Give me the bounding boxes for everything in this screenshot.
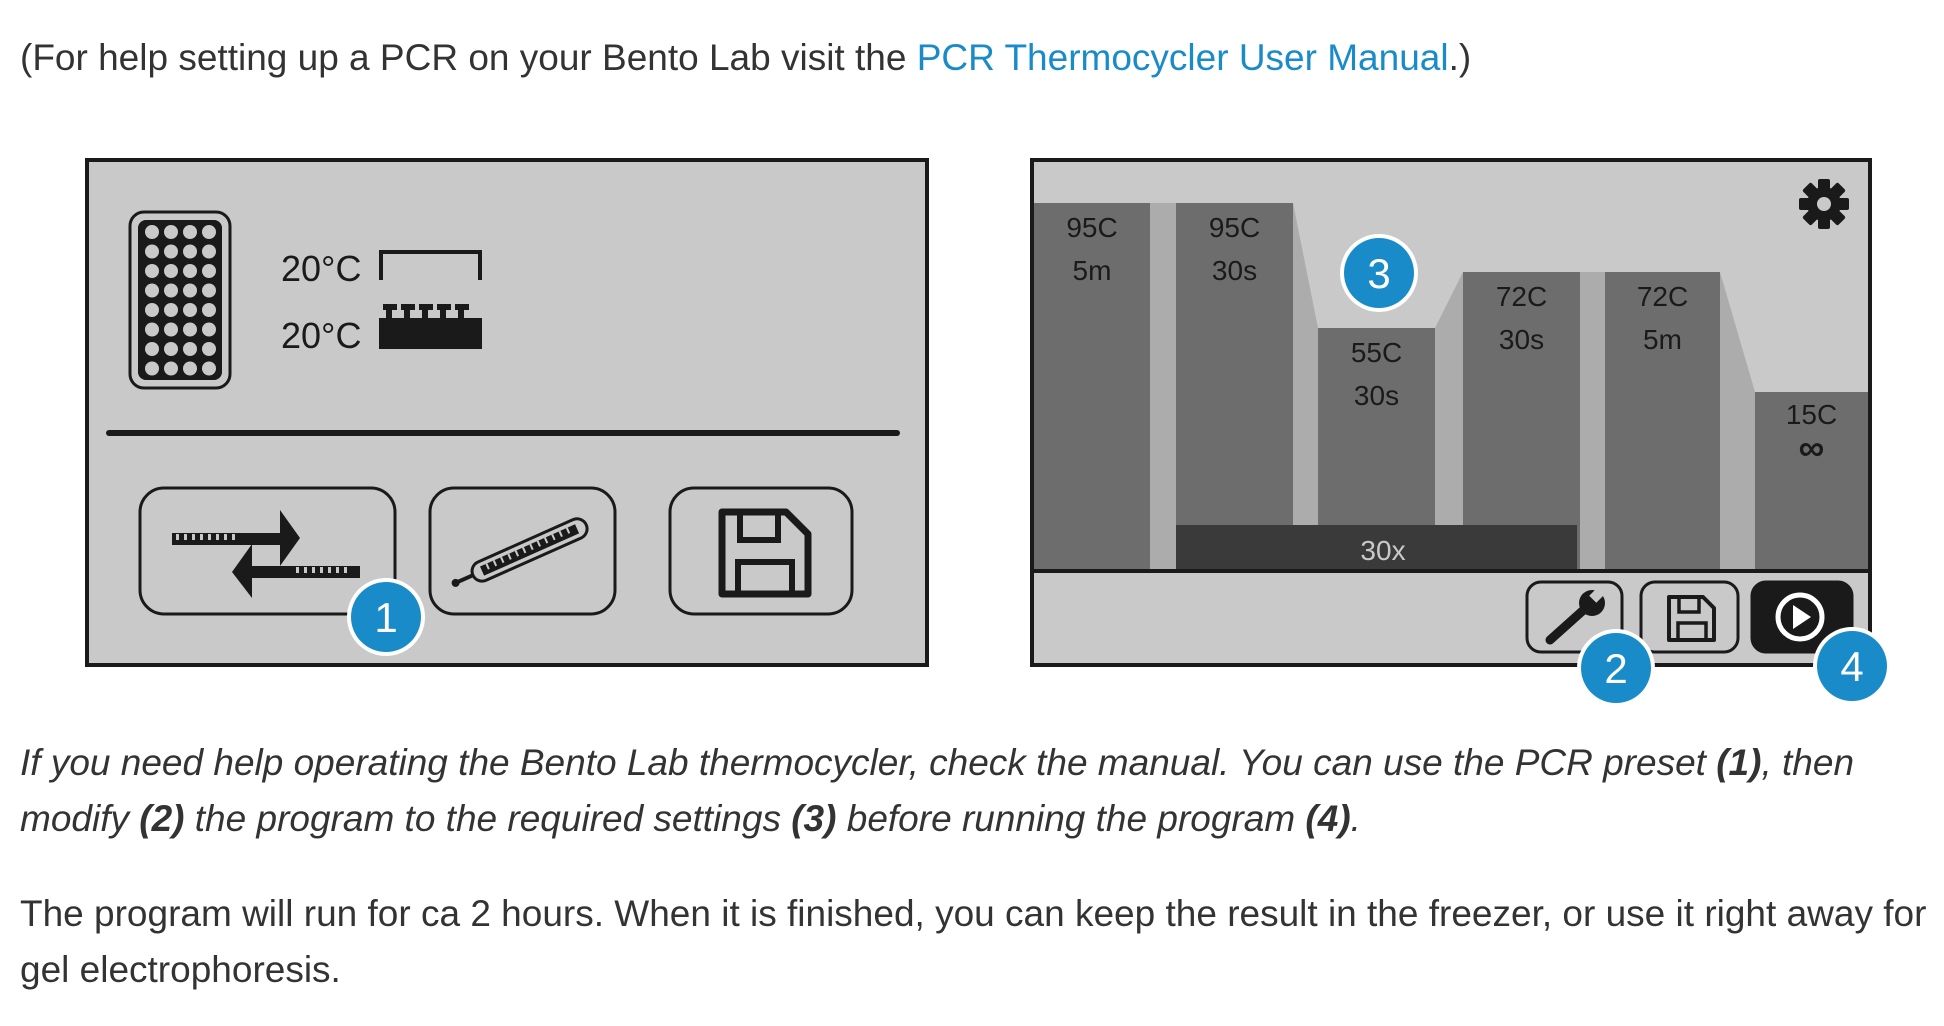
baseline <box>1034 569 1868 573</box>
step-duration: 30s <box>1354 380 1399 411</box>
lid-temperature: 20°C <box>281 248 361 289</box>
well-plate-icon <box>128 210 232 390</box>
step-temperature: 55C <box>1351 337 1402 368</box>
svg-text:1: 1 <box>374 594 397 641</box>
callout-4: 4 <box>1813 627 1891 705</box>
save-preset-button[interactable] <box>668 486 854 616</box>
cycle-count: 30x <box>1360 535 1405 566</box>
callout-1: 1 <box>347 578 425 656</box>
step-duration: ∞ <box>1799 427 1825 468</box>
profile-step-bar[interactable] <box>1463 272 1580 569</box>
step-duration: 30s <box>1499 324 1544 355</box>
svg-text:3: 3 <box>1367 250 1390 297</box>
pipette-button[interactable] <box>428 486 617 616</box>
save-program-button[interactable] <box>1639 580 1740 654</box>
step-temperature: 72C <box>1496 281 1547 312</box>
home-screen: 20°C 20°C 1 <box>85 158 929 667</box>
caption: If you need help operating the Bento Lab… <box>20 742 1855 839</box>
step-temperature: 72C <box>1637 281 1688 312</box>
step-temperature: 15C <box>1786 399 1837 430</box>
step-temperature: 95C <box>1066 212 1117 243</box>
callout-3: 3 <box>1340 234 1418 312</box>
step-duration: 5m <box>1643 324 1682 355</box>
program-screen: 95C 5m 95C 30s 55C 30s 72C 30s 72C 5m 15C∞ 30x 2 3… <box>1030 158 1891 707</box>
cycle-band: 30x <box>1176 525 1577 569</box>
step-temperature: 95C <box>1209 212 1260 243</box>
profile-step-bar[interactable] <box>1605 272 1720 569</box>
gear-icon[interactable] <box>1799 179 1849 229</box>
callout-2: 2 <box>1577 629 1655 707</box>
block-temperature: 20°C <box>281 315 361 356</box>
svg-text:4: 4 <box>1840 643 1863 690</box>
divider-line <box>106 430 900 436</box>
body-text: The program will run for ca 2 hours. Whe… <box>20 893 1927 990</box>
svg-text:2: 2 <box>1604 645 1627 692</box>
thermocycler-figure: 20°C 20°C 1 95C5m95C30s55C30s72C30s72C5m… <box>85 158 1891 707</box>
step-duration: 30s <box>1212 255 1257 286</box>
step-duration: 5m <box>1073 255 1112 286</box>
